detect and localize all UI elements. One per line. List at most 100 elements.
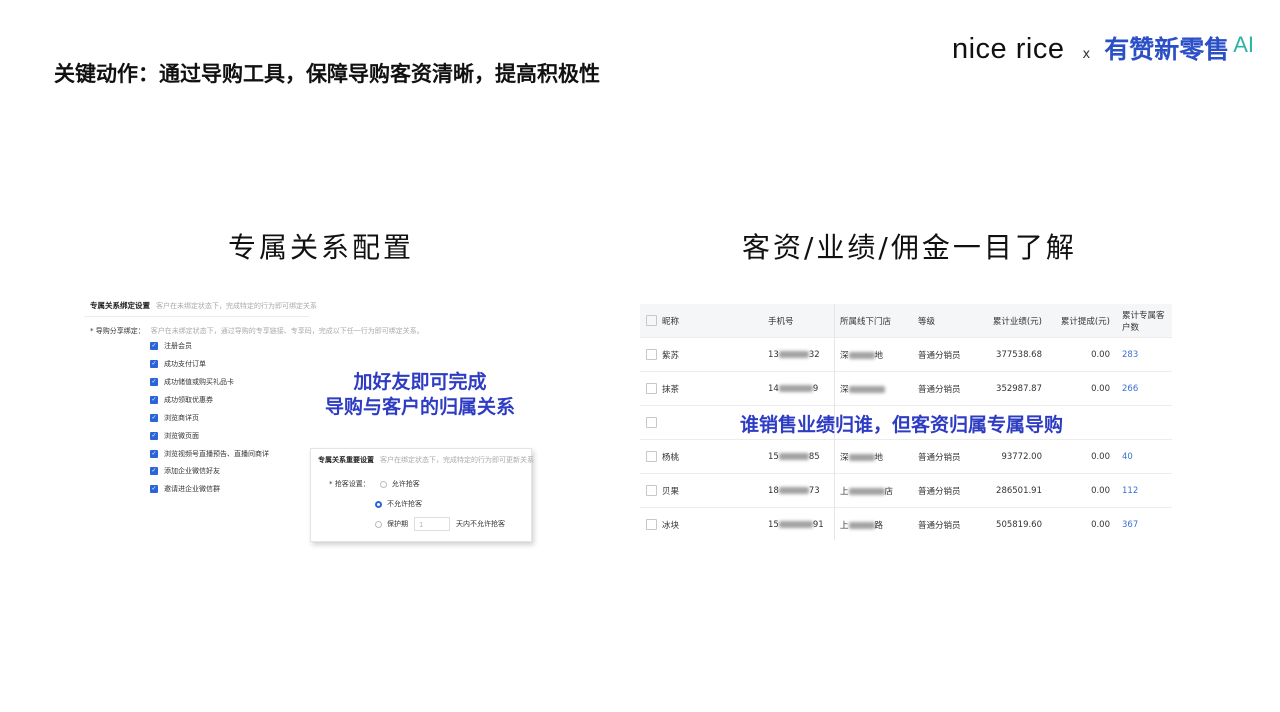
select-all-checkbox[interactable]: [646, 315, 657, 326]
binding-header: 专属关系绑定设置 客户在未绑定状态下，完成特定的行为即可绑定关系: [90, 300, 317, 311]
option-checkbox[interactable]: ✓ 浏览视频号直播预告、直播间商详: [150, 449, 269, 459]
cell-phone: 15 91: [768, 507, 840, 541]
cell-customer-count-link[interactable]: 266: [1114, 371, 1172, 406]
radio-allow[interactable]: [379, 480, 387, 488]
cell-customer-count-link[interactable]: 283: [1114, 337, 1172, 372]
store-prefix: 深: [840, 384, 849, 395]
store-redacted: [848, 521, 875, 529]
protect-period-row: 保护期 1 天内不允许抢客: [375, 517, 505, 531]
col-header-level: 等级: [918, 304, 972, 338]
option-checkbox[interactable]: ✓ 浏览微页面: [150, 431, 199, 441]
table-row[interactable]: 贝果 18 73 上店 普通分销员 286501.91 0.00 112: [640, 473, 1172, 508]
store-prefix: 深: [840, 452, 849, 463]
protect-days-input[interactable]: 1: [414, 517, 450, 531]
phone-prefix: 15: [768, 451, 779, 462]
cell-level: 普通分销员: [918, 473, 972, 508]
phone-suffix: 85: [808, 451, 820, 462]
option-label: 成功领取优惠券: [164, 396, 213, 404]
cell-level: 普通分销员: [918, 507, 972, 541]
slide-title: 关键动作：通过导购工具，保障导购客资清晰，提高积极性: [54, 62, 600, 86]
option-checkbox[interactable]: ✓ 成功领取优惠券: [150, 395, 213, 405]
cell-commission: 0.00: [1046, 439, 1114, 474]
checkbox-checked-icon[interactable]: ✓: [150, 378, 158, 386]
option-checkbox[interactable]: ✓ 添加企业微信好友: [150, 466, 220, 476]
row-checkbox[interactable]: [646, 485, 657, 496]
phone-redacted: [778, 350, 809, 358]
store-suffix: 店: [884, 486, 894, 497]
store-redacted: [848, 487, 885, 495]
left-overlay-line2: 导购与客户的归属关系: [324, 396, 515, 418]
grab-label: * 抢客设置：: [329, 480, 370, 488]
checkbox-checked-icon[interactable]: ✓: [150, 467, 158, 475]
option-label: 添加企业微信好友: [164, 467, 220, 475]
cell-performance: 505819.60: [972, 507, 1046, 541]
checkbox-checked-icon[interactable]: ✓: [150, 414, 158, 422]
checkbox-checked-icon[interactable]: ✓: [150, 450, 158, 458]
brand-nice-rice: nice rice: [951, 33, 1065, 65]
col-header-performance: 累计业绩(元): [972, 304, 1046, 338]
store-redacted: [848, 385, 885, 393]
cell-level: 普通分销员: [918, 439, 972, 474]
cell-customer-count-link[interactable]: 367: [1114, 507, 1172, 541]
option-checkbox[interactable]: ✓ 邀请进企业微信群: [150, 484, 220, 494]
brand-logo: nice rice x 有赞新零售 AI: [952, 30, 1254, 66]
cell-store: 上店: [840, 473, 918, 508]
row-checkbox[interactable]: [646, 519, 657, 530]
cell-commission: 0.00: [1046, 371, 1114, 406]
cell-customer-count-link[interactable]: 40: [1114, 439, 1172, 474]
cell-customer-count-link[interactable]: 112: [1114, 473, 1172, 508]
binding-header-hint: 客户在未绑定状态下，完成特定的行为即可绑定关系: [156, 302, 317, 310]
store-prefix: 深: [840, 350, 849, 361]
phone-prefix: 18: [768, 485, 779, 496]
cell-name: 紫苏: [662, 337, 768, 372]
option-label: 成功储值或购买礼品卡: [164, 378, 234, 386]
radio-protect[interactable]: [375, 520, 382, 528]
option-checkbox[interactable]: ✓ 成功储值或购买礼品卡: [150, 377, 234, 387]
option-checkbox[interactable]: ✓ 成功支付订单: [150, 359, 206, 369]
cell-phone: 14 9: [768, 371, 840, 406]
option-label: 浏览微页面: [164, 432, 199, 440]
grab-settings-header: 专属关系重要设置 客户在绑定状态下，完成特定的行为即可更新关系: [318, 455, 534, 465]
store-redacted: [848, 453, 875, 461]
grab-settings-title: 专属关系重要设置: [318, 456, 374, 464]
table-row[interactable]: 冰块 15 91 上路 普通分销员 505819.60 0.00 367: [640, 507, 1172, 541]
checkbox-checked-icon[interactable]: ✓: [150, 396, 158, 404]
phone-redacted: [778, 520, 813, 528]
table-row[interactable]: 杨桃 15 85 深地 普通分销员 93772.00 0.00 40: [640, 439, 1172, 474]
binding-header-title: 专属关系绑定设置: [90, 301, 150, 310]
option-label: 浏览视频号直播预告、直播间商详: [164, 450, 269, 458]
protect-suffix: 天内不允许抢客: [456, 520, 505, 528]
phone-prefix: 15: [768, 519, 779, 530]
phone-redacted: [778, 452, 809, 460]
table-header-row: 昵称 手机号 所属线下门店 等级 累计业绩(元) 累计提成(元) 累计专属客户数: [640, 304, 1172, 338]
phone-prefix: 14: [768, 383, 779, 394]
brand-ai: AI: [1233, 32, 1254, 57]
phone-suffix: 91: [812, 519, 824, 530]
option-label: 邀请进企业微信群: [164, 485, 220, 493]
radio-deny-row[interactable]: 不允许抢客: [375, 499, 422, 509]
table-row[interactable]: 紫苏 13 32 深地 普通分销员 377538.68 0.00 283: [640, 337, 1172, 372]
option-checkbox[interactable]: ✓ 浏览商详页: [150, 413, 199, 423]
grab-settings-hint: 客户在绑定状态下，完成特定的行为即可更新关系: [380, 456, 534, 464]
col-header-commission: 累计提成(元): [1046, 304, 1114, 338]
radio-deny[interactable]: [375, 500, 382, 508]
col-header-name: 昵称: [662, 304, 768, 338]
cell-phone: 18 73: [768, 473, 840, 508]
option-checkbox[interactable]: ✓ 注册会员: [150, 341, 192, 351]
checkbox-checked-icon[interactable]: ✓: [150, 342, 158, 350]
row-checkbox[interactable]: [646, 451, 657, 462]
store-suffix: 路: [874, 520, 884, 531]
checkbox-checked-icon[interactable]: ✓: [150, 485, 158, 493]
row-checkbox[interactable]: [646, 349, 657, 360]
checkbox-checked-icon[interactable]: ✓: [150, 432, 158, 440]
table-row[interactable]: 抹茶 14 9 深 普通分销员 352987.87 0.00 266: [640, 371, 1172, 406]
row-checkbox[interactable]: [646, 417, 657, 428]
phone-redacted: [778, 384, 813, 392]
phone-prefix: 13: [768, 349, 779, 360]
cell-commission: 0.00: [1046, 473, 1114, 508]
brand-separator: x: [1082, 47, 1091, 62]
phone-suffix: 73: [808, 485, 820, 496]
brand-youzan: 有赞新零售: [1104, 35, 1230, 64]
checkbox-checked-icon[interactable]: ✓: [150, 360, 158, 368]
row-checkbox[interactable]: [646, 383, 657, 394]
